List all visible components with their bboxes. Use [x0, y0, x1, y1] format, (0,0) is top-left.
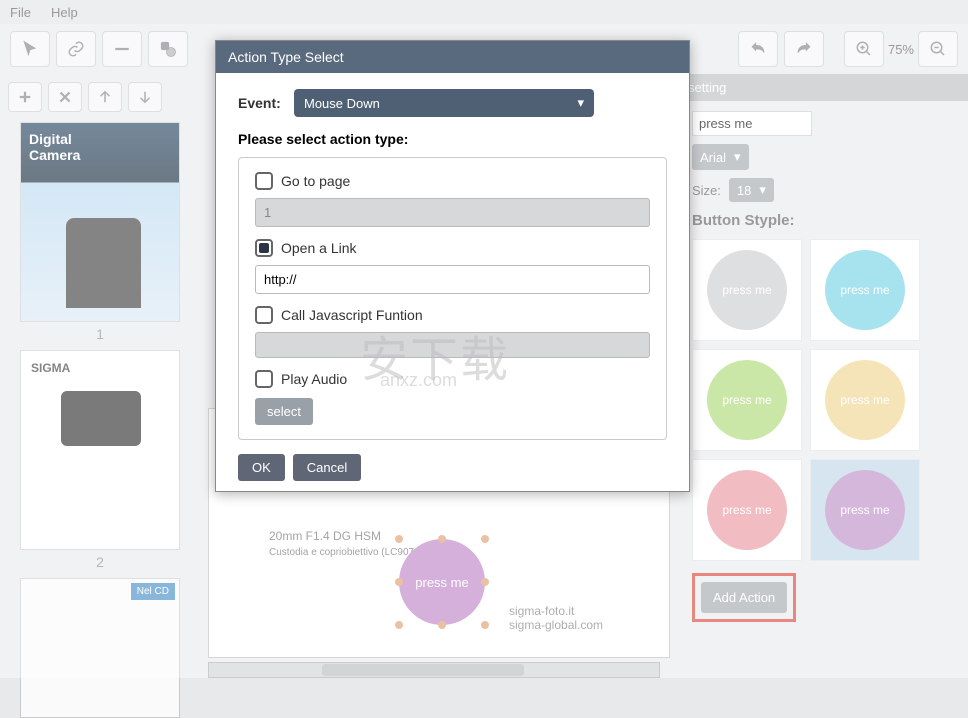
play-audio-checkbox[interactable] — [255, 370, 273, 388]
select-audio-button[interactable]: select — [255, 398, 313, 425]
event-label: Event: — [238, 95, 284, 111]
goto-page-checkbox[interactable] — [255, 172, 273, 190]
event-select[interactable]: Mouse Down ▾ — [294, 89, 594, 117]
action-type-modal: Action Type Select Event: Mouse Down ▾ P… — [215, 40, 690, 492]
goto-page-label: Go to page — [281, 173, 350, 189]
chevron-down-icon: ▾ — [577, 95, 584, 111]
goto-page-input[interactable] — [255, 198, 650, 227]
event-select-value: Mouse Down — [304, 96, 380, 111]
action-type-instruction: Please select action type: — [238, 131, 667, 147]
open-link-label: Open a Link — [281, 240, 357, 256]
call-js-label: Call Javascript Funtion — [281, 307, 423, 323]
play-audio-label: Play Audio — [281, 371, 347, 387]
action-options-box: Go to page Open a Link Call Javascript F… — [238, 157, 667, 440]
call-js-checkbox[interactable] — [255, 306, 273, 324]
open-link-checkbox[interactable] — [255, 239, 273, 257]
ok-button[interactable]: OK — [238, 454, 285, 481]
watermark-url: anxz.com — [380, 370, 457, 391]
call-js-input[interactable] — [255, 332, 650, 358]
open-link-input[interactable] — [255, 265, 650, 294]
cancel-button[interactable]: Cancel — [293, 454, 361, 481]
modal-title: Action Type Select — [216, 41, 689, 73]
